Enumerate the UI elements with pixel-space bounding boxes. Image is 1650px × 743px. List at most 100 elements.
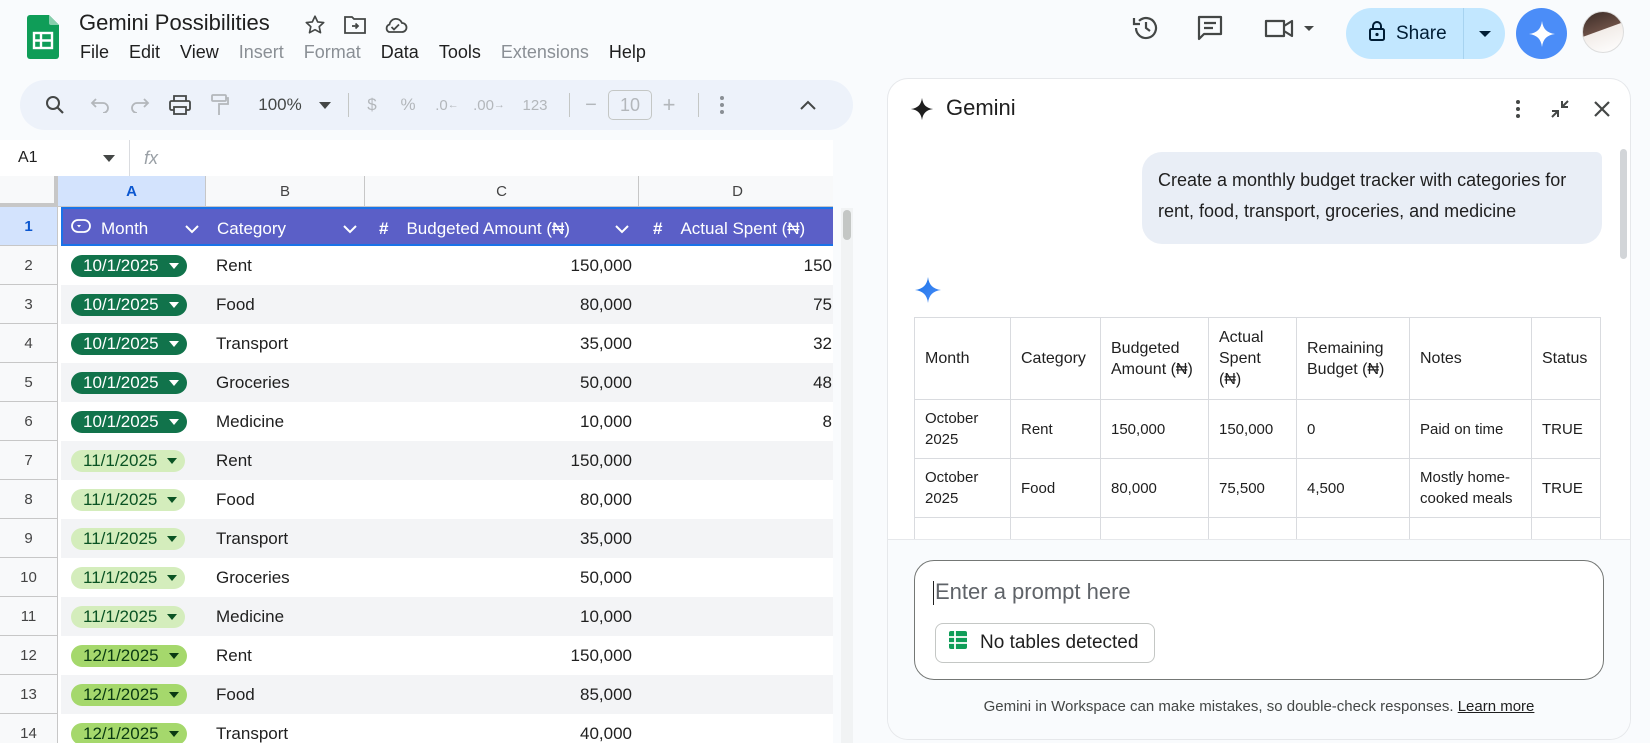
column-header-b[interactable]: B bbox=[206, 176, 365, 207]
actual-cell[interactable]: 48 bbox=[640, 363, 832, 402]
month-dropdown-chip[interactable]: 11/1/2025 bbox=[71, 488, 186, 511]
sheets-logo-icon[interactable] bbox=[27, 15, 59, 59]
header-actual-spent[interactable]: # Actual Spent (₦) bbox=[653, 209, 833, 248]
budgeted-cell[interactable]: 40,000 bbox=[366, 714, 632, 743]
category-cell[interactable]: Medicine bbox=[216, 402, 366, 441]
category-cell[interactable]: Groceries bbox=[216, 558, 366, 597]
redo-icon[interactable] bbox=[122, 89, 158, 121]
budgeted-cell[interactable]: 50,000 bbox=[366, 363, 632, 402]
name-box[interactable]: A1 bbox=[0, 140, 130, 176]
row-header[interactable]: 12 bbox=[0, 636, 58, 675]
row-header[interactable]: 3 bbox=[0, 285, 58, 324]
header-budgeted-amount[interactable]: # Budgeted Amount (₦) bbox=[379, 209, 641, 248]
menu-view[interactable]: View bbox=[170, 42, 229, 63]
month-cell[interactable]: 10/1/2025 bbox=[71, 285, 207, 324]
month-dropdown-chip[interactable]: 12/1/2025 bbox=[71, 683, 187, 706]
percent-format-button[interactable]: % bbox=[391, 89, 425, 121]
actual-cell[interactable] bbox=[640, 675, 832, 714]
month-cell[interactable]: 12/1/2025 bbox=[71, 636, 207, 675]
column-header-d[interactable]: D bbox=[639, 176, 833, 207]
currency-format-button[interactable]: $ bbox=[357, 89, 387, 121]
formula-input[interactable] bbox=[172, 140, 833, 176]
menu-tools[interactable]: Tools bbox=[429, 42, 491, 63]
header-category[interactable]: Category bbox=[217, 209, 369, 248]
month-cell[interactable]: 11/1/2025 bbox=[71, 519, 207, 558]
actual-cell[interactable] bbox=[640, 441, 832, 480]
month-dropdown-chip[interactable]: 10/1/2025 bbox=[71, 410, 187, 433]
select-all-corner[interactable] bbox=[0, 176, 58, 207]
row-header[interactable]: 11 bbox=[0, 597, 58, 636]
budgeted-cell[interactable]: 80,000 bbox=[366, 285, 632, 324]
month-dropdown-chip[interactable]: 10/1/2025 bbox=[71, 293, 187, 316]
month-cell[interactable]: 10/1/2025 bbox=[71, 324, 207, 363]
gemini-toggle-button[interactable] bbox=[1516, 8, 1567, 59]
month-cell[interactable]: 10/1/2025 bbox=[71, 246, 207, 285]
row-header[interactable]: 14 bbox=[0, 714, 58, 743]
actual-cell[interactable]: 75 bbox=[640, 285, 832, 324]
undo-icon[interactable] bbox=[82, 89, 118, 121]
row-header[interactable]: 8 bbox=[0, 480, 58, 519]
category-cell[interactable]: Transport bbox=[216, 324, 366, 363]
category-cell[interactable]: Food bbox=[216, 675, 366, 714]
decrease-font-size-icon[interactable]: − bbox=[578, 89, 604, 121]
month-dropdown-chip[interactable]: 10/1/2025 bbox=[71, 254, 187, 277]
panel-scrollbar[interactable] bbox=[1620, 149, 1630, 259]
budgeted-cell[interactable]: 80,000 bbox=[366, 480, 632, 519]
row-header[interactable]: 2 bbox=[0, 246, 58, 285]
more-formats-button[interactable]: 123 bbox=[513, 89, 557, 121]
budgeted-cell[interactable]: 50,000 bbox=[366, 558, 632, 597]
menu-insert[interactable]: Insert bbox=[229, 42, 294, 63]
month-dropdown-chip[interactable]: 10/1/2025 bbox=[71, 332, 187, 355]
category-cell[interactable]: Transport bbox=[216, 519, 366, 558]
move-folder-icon[interactable] bbox=[342, 12, 368, 38]
month-dropdown-chip[interactable]: 11/1/2025 bbox=[71, 527, 186, 550]
actual-cell[interactable]: 150 bbox=[640, 246, 832, 285]
font-size-input[interactable]: 10 bbox=[608, 90, 652, 120]
menu-format[interactable]: Format bbox=[294, 42, 371, 63]
actual-cell[interactable] bbox=[640, 636, 832, 675]
column-filter-icon[interactable] bbox=[615, 219, 629, 239]
menu-extensions[interactable]: Extensions bbox=[491, 42, 599, 63]
meet-video-icon[interactable] bbox=[1262, 12, 1320, 44]
budgeted-cell[interactable]: 150,000 bbox=[366, 441, 632, 480]
actual-cell[interactable]: 8 bbox=[640, 402, 832, 441]
category-cell[interactable]: Transport bbox=[216, 714, 366, 743]
column-header-a[interactable]: A bbox=[58, 176, 206, 207]
month-dropdown-chip[interactable]: 12/1/2025 bbox=[71, 722, 187, 743]
menu-file[interactable]: File bbox=[70, 42, 119, 63]
budgeted-cell[interactable]: 150,000 bbox=[366, 636, 632, 675]
zoom-dropdown-icon[interactable] bbox=[314, 89, 336, 121]
column-filter-icon[interactable] bbox=[185, 219, 199, 239]
month-dropdown-chip[interactable]: 11/1/2025 bbox=[71, 566, 186, 589]
row-header-1[interactable]: 1 bbox=[0, 207, 58, 246]
actual-cell[interactable] bbox=[640, 558, 832, 597]
prompt-input[interactable]: Enter a prompt here No tables detected bbox=[914, 560, 1604, 680]
tables-detected-chip[interactable]: No tables detected bbox=[935, 623, 1156, 663]
panel-minimize-icon[interactable] bbox=[1546, 95, 1574, 123]
print-icon[interactable] bbox=[162, 89, 198, 121]
actual-cell[interactable] bbox=[640, 519, 832, 558]
budgeted-cell[interactable]: 10,000 bbox=[366, 597, 632, 636]
menu-data[interactable]: Data bbox=[371, 42, 429, 63]
actual-cell[interactable] bbox=[640, 714, 832, 743]
budgeted-cell[interactable]: 35,000 bbox=[366, 519, 632, 558]
increase-decimal-button[interactable]: .00 → bbox=[469, 89, 509, 121]
category-cell[interactable]: Food bbox=[216, 285, 366, 324]
month-cell[interactable]: 10/1/2025 bbox=[71, 402, 207, 441]
comments-icon[interactable] bbox=[1194, 12, 1226, 44]
row-header[interactable]: 4 bbox=[0, 324, 58, 363]
share-button[interactable]: Share bbox=[1346, 8, 1505, 59]
month-cell[interactable]: 12/1/2025 bbox=[71, 675, 207, 714]
increase-font-size-icon[interactable]: + bbox=[652, 89, 686, 121]
category-cell[interactable]: Rent bbox=[216, 636, 366, 675]
menu-help[interactable]: Help bbox=[599, 42, 656, 63]
share-dropdown-icon[interactable] bbox=[1464, 30, 1505, 38]
account-avatar[interactable] bbox=[1582, 11, 1624, 53]
category-cell[interactable]: Groceries bbox=[216, 363, 366, 402]
month-cell[interactable]: 11/1/2025 bbox=[71, 558, 207, 597]
budgeted-cell[interactable]: 85,000 bbox=[366, 675, 632, 714]
month-dropdown-chip[interactable]: 11/1/2025 bbox=[71, 605, 186, 628]
month-cell[interactable]: 11/1/2025 bbox=[71, 480, 207, 519]
menu-edit[interactable]: Edit bbox=[119, 42, 170, 63]
zoom-value[interactable]: 100% bbox=[250, 89, 310, 121]
